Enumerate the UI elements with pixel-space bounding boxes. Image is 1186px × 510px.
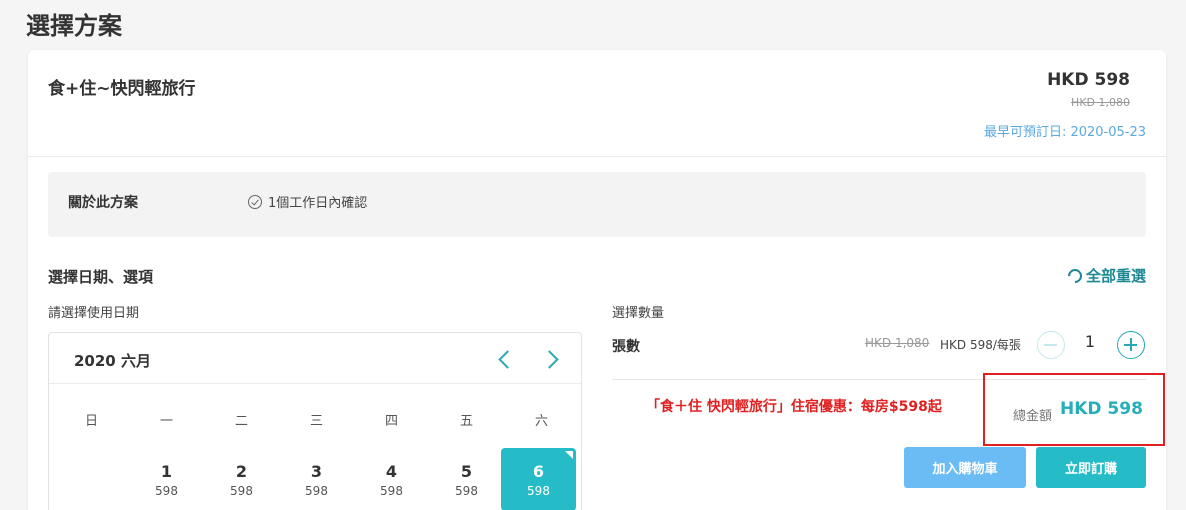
chevron-left-icon[interactable] bbox=[493, 347, 517, 371]
day-price: 598 bbox=[155, 484, 178, 498]
day-number: 5 bbox=[460, 462, 473, 481]
plus-circle-icon[interactable] bbox=[1117, 331, 1145, 359]
day-price: 598 bbox=[230, 484, 253, 498]
calendar-day[interactable]: 2 598 bbox=[204, 448, 279, 510]
weekday-sun: 日 bbox=[84, 414, 98, 429]
confirmation-info: 1個工作日內確認 bbox=[248, 192, 367, 211]
reset-icon bbox=[1065, 265, 1085, 286]
unit-price: HKD 598/每張 bbox=[940, 338, 1021, 352]
confirmation-text: 1個工作日內確認 bbox=[268, 196, 368, 211]
day-price: 598 bbox=[527, 484, 550, 498]
plan-original-price: HKD 1,080 bbox=[1071, 96, 1130, 109]
day-price: 598 bbox=[455, 484, 478, 498]
page-title: 選擇方案 bbox=[26, 12, 122, 40]
ticket-item-name: 張數 bbox=[612, 339, 640, 355]
calendar-day[interactable]: 5 598 bbox=[429, 448, 504, 510]
reset-all-label: 全部重選 bbox=[1085, 267, 1146, 285]
day-number: 6 bbox=[532, 462, 545, 481]
day-number: 2 bbox=[235, 462, 248, 481]
weekday-sat: 六 bbox=[534, 414, 548, 429]
calendar-day[interactable]: 1 598 bbox=[129, 448, 204, 510]
unit-original-price: HKD 1,080 bbox=[865, 336, 930, 350]
minus-circle-icon[interactable] bbox=[1037, 331, 1065, 359]
book-now-button[interactable]: 立即訂購 bbox=[1036, 447, 1146, 488]
calendar-day[interactable]: 3 598 bbox=[279, 448, 354, 510]
earliest-booking-date: 最早可預訂日: 2020-05-23 bbox=[983, 125, 1146, 140]
day-price: 598 bbox=[380, 484, 403, 498]
about-plan-label: 關於此方案 bbox=[68, 195, 138, 211]
total-label: 總金額 bbox=[1013, 409, 1053, 424]
promo-text: 「食＋住 快閃輕旅行」住宿優惠：每房$598起 bbox=[646, 399, 942, 415]
calendar-day-selected[interactable]: 6 598 bbox=[501, 448, 576, 510]
plan-name: 食+住~快閃輕旅行 bbox=[48, 79, 196, 99]
calendar-month: 2020 六月 bbox=[74, 352, 151, 370]
weekday-tue: 二 bbox=[234, 414, 248, 429]
select-date-options-title: 選擇日期、選項 bbox=[48, 268, 154, 286]
calendar: 2020 六月 日 一 二 三 四 五 六 1 598 2 598 3 598 … bbox=[48, 332, 582, 510]
weekday-mon: 一 bbox=[159, 414, 173, 429]
weekday-fri: 五 bbox=[459, 414, 473, 429]
day-number: 1 bbox=[160, 462, 173, 481]
quantity-label: 選擇數量 bbox=[612, 306, 665, 321]
total-amount-box: 總金額 HKD 598 bbox=[983, 373, 1165, 446]
weekday-thu: 四 bbox=[384, 414, 398, 429]
divider bbox=[49, 383, 581, 384]
day-price: 598 bbox=[305, 484, 328, 498]
plan-price: HKD 598 bbox=[1047, 70, 1130, 90]
day-number: 3 bbox=[310, 462, 323, 481]
weekday-wed: 三 bbox=[309, 414, 323, 429]
date-select-label: 請選擇使用日期 bbox=[48, 306, 140, 321]
about-plan-box: 關於此方案 1個工作日內確認 bbox=[48, 172, 1146, 237]
day-number: 4 bbox=[385, 462, 398, 481]
quantity-value: 1 bbox=[1084, 332, 1096, 351]
chevron-right-icon[interactable] bbox=[539, 347, 563, 371]
reset-all-button[interactable]: 全部重選 bbox=[1065, 265, 1146, 286]
divider bbox=[28, 156, 1166, 157]
calendar-day[interactable]: 4 598 bbox=[354, 448, 429, 510]
plan-card: 食+住~快閃輕旅行 HKD 598 HKD 1,080 最早可預訂日: 2020… bbox=[28, 50, 1166, 510]
check-circle-icon bbox=[248, 194, 262, 209]
add-to-cart-button[interactable]: 加入購物車 bbox=[904, 447, 1026, 488]
total-value: HKD 598 bbox=[1060, 399, 1143, 419]
